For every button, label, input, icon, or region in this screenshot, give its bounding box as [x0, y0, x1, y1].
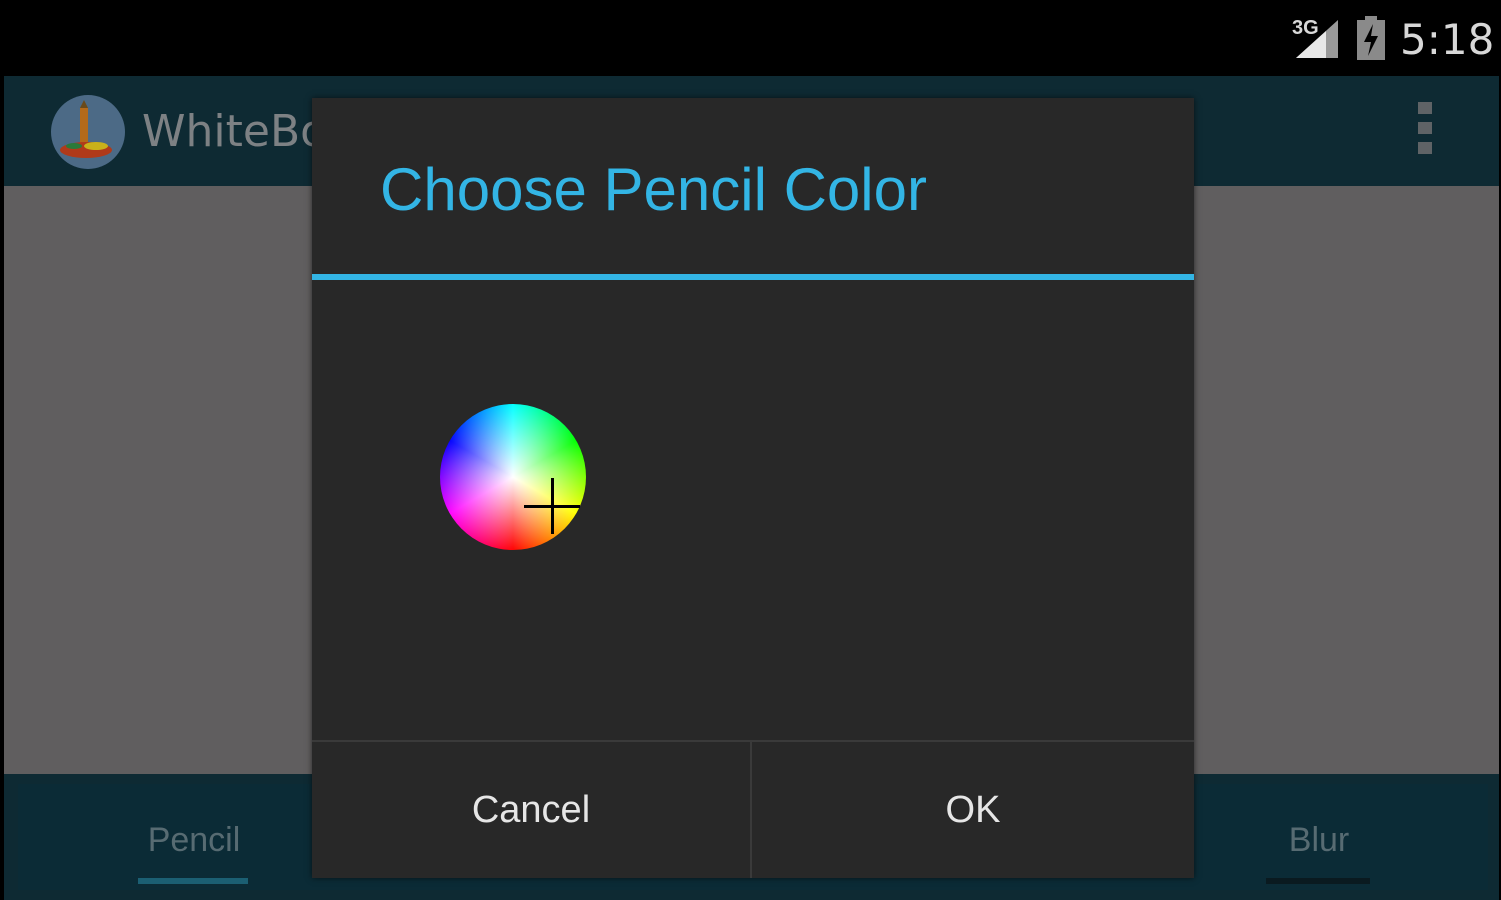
crosshair-icon[interactable] [524, 478, 580, 534]
battery-charging-icon [1357, 16, 1385, 60]
tab-blur[interactable]: Blur [1254, 810, 1384, 870]
signal-3g-icon: 3G [1292, 17, 1338, 58]
app-title: WhiteBo [142, 106, 328, 157]
color-picker-dialog: Choose Pencil Color Cancel OK [312, 98, 1194, 878]
network-type-label: 3G [1292, 17, 1319, 39]
tab-indicator [1266, 878, 1370, 884]
overflow-menu-icon[interactable] [1412, 102, 1438, 162]
crosshair-vertical [551, 478, 554, 534]
ok-button[interactable]: OK [752, 742, 1194, 878]
tab-indicator-selected [138, 878, 248, 884]
dialog-title-divider [312, 274, 1194, 280]
overflow-dot [1418, 142, 1432, 154]
cancel-button[interactable]: Cancel [312, 742, 750, 878]
screen: 3G 5:18 WhiteBo Pencil Blur Choose Penci… [0, 0, 1501, 900]
whiteboard-app-logo[interactable] [48, 94, 128, 170]
overflow-dot [1418, 102, 1432, 114]
overflow-dot [1418, 122, 1432, 134]
tab-pencil[interactable]: Pencil [124, 810, 264, 870]
status-time: 5:18 [1400, 15, 1495, 64]
status-bar: 3G 5:18 [0, 0, 1501, 76]
dialog-title: Choose Pencil Color [380, 156, 927, 223]
